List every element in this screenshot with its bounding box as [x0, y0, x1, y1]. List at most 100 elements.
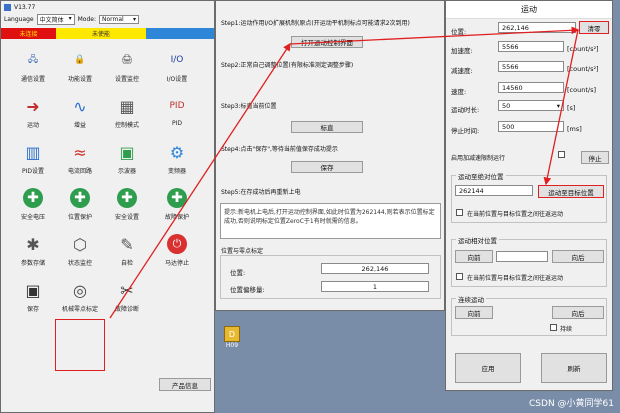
jog-back-label: 向后 — [571, 309, 585, 318]
function-item-label: 位置保护 — [67, 214, 92, 221]
main-window: V13.77 Language 中文简体 ▾ Mode: Normal ▾ 未连接 … — [0, 0, 215, 413]
motion-title: 运动 — [521, 5, 537, 14]
stop-checkbox[interactable] — [558, 151, 565, 158]
clear-button[interactable]: 清零 — [579, 21, 609, 34]
save-icon: ▣ — [25, 280, 41, 300]
function-item-label: 电流回路 — [67, 168, 92, 175]
function-item-label: 增益 — [73, 122, 86, 129]
calibration-window: Step1:运动作用I/O扩展机制(原点(开运动平机制标点可能请求2次到用) 打… — [215, 0, 445, 311]
product-info-label: 产品信息 — [172, 381, 198, 390]
accel-unit: [count/s²] — [567, 45, 599, 53]
jog-forward-label: 向前 — [467, 309, 481, 318]
abs-target-value: 262144 — [459, 186, 484, 195]
offset-label: 位置偏移量: — [230, 286, 265, 294]
refresh-label: 刷新 — [567, 365, 581, 373]
rel-distance-field[interactable] — [496, 251, 548, 262]
function-item-power[interactable]: ⏻ 马达停止 — [152, 231, 202, 273]
function-item-location[interactable]: ◎ 机械零点标定 — [55, 277, 105, 319]
function-item-scope[interactable]: ▣ 示波器 — [102, 139, 152, 181]
function-item-pid-set[interactable]: ▥ PID设置 — [8, 139, 58, 181]
abs-roundtrip-checkbox[interactable] — [456, 209, 463, 216]
function-item-network[interactable]: 🖧 通信设置 — [8, 47, 58, 89]
function-item-label: PID设置 — [21, 168, 44, 175]
function-item-safe-set[interactable]: ✚ 安全设置 — [102, 185, 152, 227]
function-item-current[interactable]: ≈ 电流回路 — [55, 139, 105, 181]
function-item-label: 运动 — [26, 122, 39, 129]
function-item-fault[interactable]: ✚ 故障保护 — [152, 185, 202, 227]
function-item-pid[interactable]: PID PID — [152, 93, 202, 135]
pause-field[interactable]: 500 — [498, 121, 564, 132]
fault-icon: ✚ — [166, 187, 188, 209]
rel-roundtrip-checkbox[interactable] — [456, 273, 463, 280]
highlight-calibration — [55, 319, 105, 371]
function-item-control[interactable]: ▦ 控制模式 — [102, 93, 152, 135]
set-zero-button[interactable]: 标直 — [291, 121, 363, 133]
function-item-safe[interactable]: ✚ 安全电压 — [8, 185, 58, 227]
function-item-io[interactable]: I/O I/O设置 — [152, 47, 202, 89]
motion-icon: ➜ — [26, 96, 40, 116]
time-select[interactable]: 50 ▾ — [498, 100, 564, 111]
function-item-motion[interactable]: ➜ 运动 — [8, 93, 58, 135]
speed-value: 14560 — [502, 83, 523, 92]
control-icon: ▦ — [119, 96, 135, 116]
speed-label: 速度: — [451, 88, 467, 96]
product-info-button[interactable]: 产品信息 — [159, 378, 211, 391]
jog-back-button[interactable]: 向后 — [552, 306, 604, 319]
location-icon: ◎ — [73, 280, 87, 300]
app-shortcut-icon: D — [224, 326, 240, 342]
time-unit: [s] — [567, 104, 576, 112]
selfcheck-icon: ✎ — [120, 234, 134, 254]
move-to-target-button[interactable]: 运动至目标位置 — [538, 185, 604, 198]
status-disconnected: 未连接 — [1, 28, 56, 39]
save-calib-button[interactable]: 保存 — [291, 161, 363, 173]
step4-text: Step4:点击"保存",等待当前值保存成功提示 — [221, 146, 338, 153]
apply-button[interactable]: 应用 — [455, 353, 521, 383]
decel-unit: [count/s²] — [567, 65, 599, 73]
stop-label: 停止 — [588, 154, 602, 163]
function-item-label: 安全电压 — [20, 214, 45, 221]
motion-position-field: 262,146 — [498, 22, 576, 33]
function-item-store[interactable]: ✱ 参数存储 — [8, 231, 58, 273]
status-blank — [146, 28, 214, 39]
function-item-pos-protect[interactable]: ✚ 位置保护 — [55, 185, 105, 227]
abs-target-field[interactable]: 262144 — [455, 185, 533, 196]
function-item-save[interactable]: ▣ 保存 — [8, 277, 58, 319]
jog-forward-button[interactable]: 向前 — [455, 306, 493, 319]
function-item-label: 通信设置 — [20, 76, 45, 83]
pause-unit: [ms] — [567, 125, 582, 133]
function-item-selfcheck[interactable]: ✎ 自检 — [102, 231, 152, 273]
mode-value: Normal — [102, 16, 124, 23]
function-item-gear[interactable]: ⚙ 变频器 — [152, 139, 202, 181]
function-item-monitor[interactable]: ⬡ 状态监控 — [55, 231, 105, 273]
position-field: 262,146 — [321, 263, 429, 274]
status-disabled: 未使能 — [56, 28, 146, 39]
clear-label: 清零 — [587, 24, 601, 33]
taskbar-item[interactable]: D H09 — [222, 326, 242, 349]
function-item-tools[interactable]: ✂ 故障诊断 — [102, 277, 152, 319]
function-item-label: 保存 — [26, 306, 39, 313]
refresh-button[interactable]: 刷新 — [541, 353, 607, 383]
hint-box: 提示:新电机上电后,打开运动控制界面,如此时位置为262144,则若表示位置标定… — [220, 203, 441, 239]
function-item-label: 故障诊断 — [114, 306, 139, 313]
main-title: V13.77 — [14, 3, 36, 11]
stop-button[interactable]: 停止 — [581, 151, 609, 164]
rel-forward-button[interactable]: 向前 — [455, 250, 493, 263]
decel-field[interactable]: 5566 — [498, 61, 564, 72]
function-item-lock[interactable]: 🔒 功能设置 — [55, 47, 105, 89]
apply-label: 应用 — [481, 365, 495, 373]
decel-label: 减速度: — [451, 67, 473, 75]
mode-select[interactable]: Normal ▾ — [99, 15, 139, 24]
function-item-wave[interactable]: ∿ 增益 — [55, 93, 105, 135]
jog-continuous-checkbox[interactable] — [550, 324, 557, 331]
open-motion-button[interactable]: 打开运动控制界面 — [291, 36, 363, 48]
function-item-label: 机械零点标定 — [61, 306, 98, 313]
speed-field[interactable]: 14560 — [498, 82, 564, 93]
function-item-label: PID — [171, 120, 182, 127]
motion-titlebar: 运动 — [446, 1, 612, 19]
io-icon: I/O — [170, 55, 184, 65]
function-item-printer[interactable]: 🖨 设置监控 — [102, 47, 152, 89]
accel-field[interactable]: 5566 — [498, 41, 564, 52]
rel-back-button[interactable]: 向后 — [552, 250, 604, 263]
lock-icon: 🔒 — [74, 55, 86, 65]
language-select[interactable]: 中文简体 ▾ — [36, 14, 75, 25]
